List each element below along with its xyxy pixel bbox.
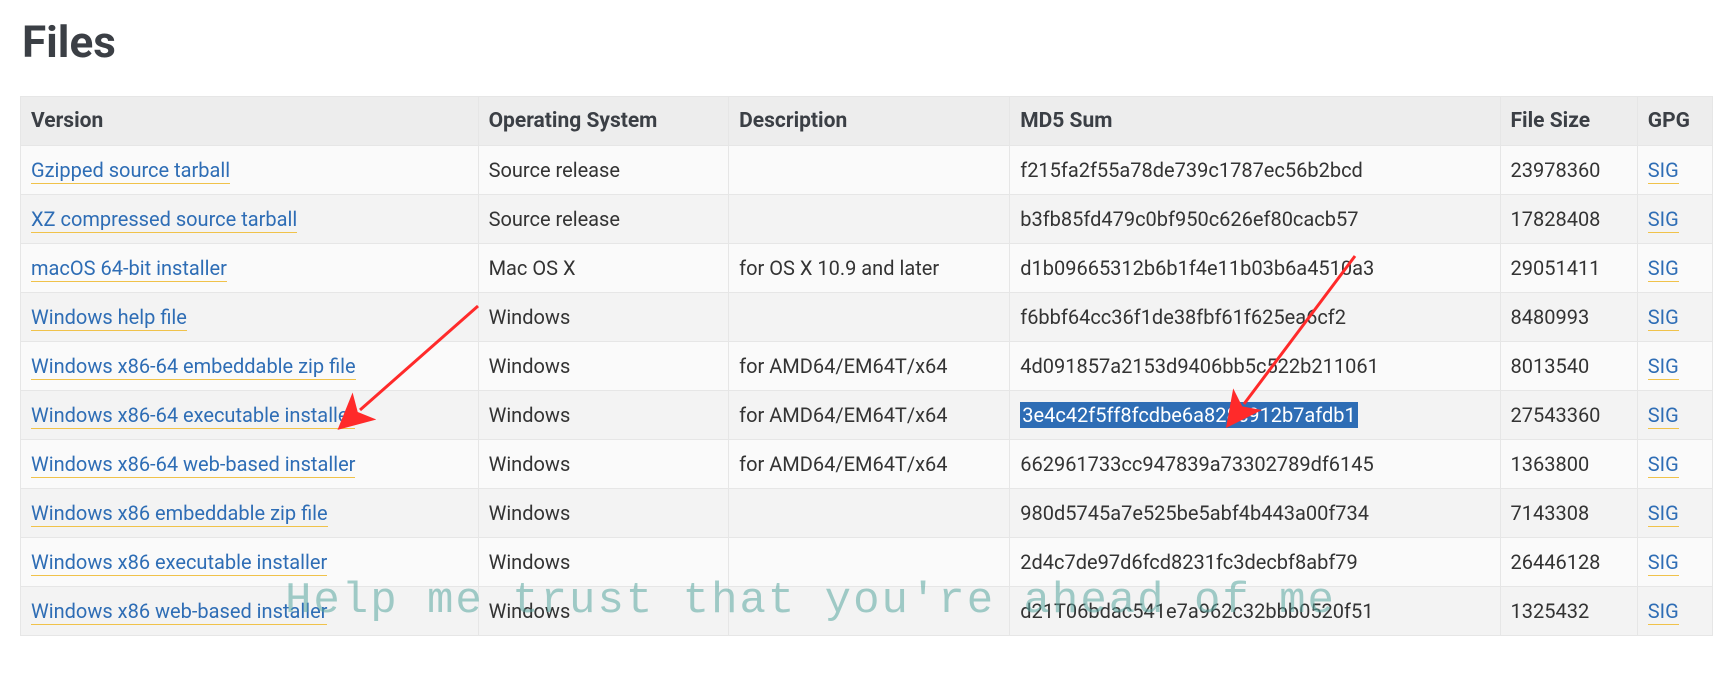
version-link[interactable]: Windows x86-64 embeddable zip file <box>31 354 356 380</box>
description-cell <box>729 489 1010 538</box>
version-link[interactable]: Windows x86-64 executable installer <box>31 403 355 429</box>
version-link[interactable]: Windows x86 executable installer <box>31 550 327 576</box>
os-cell: Mac OS X <box>478 244 729 293</box>
filesize-cell: 8480993 <box>1500 293 1637 342</box>
description-cell: for AMD64/EM64T/x64 <box>729 440 1010 489</box>
gpg-sig-link[interactable]: SIG <box>1648 599 1679 625</box>
os-cell: Windows <box>478 538 729 587</box>
version-link[interactable]: Gzipped source tarball <box>31 158 230 184</box>
table-row: Windows x86 executable installer Windows 2… <box>21 538 1713 587</box>
gpg-sig-link[interactable]: SIG <box>1648 452 1679 478</box>
col-header-gpg: GPG <box>1637 97 1712 146</box>
col-header-filesize: File Size <box>1500 97 1637 146</box>
gpg-sig-link[interactable]: SIG <box>1648 550 1679 576</box>
col-header-version: Version <box>21 97 479 146</box>
gpg-sig-link[interactable]: SIG <box>1648 207 1679 233</box>
col-header-description: Description <box>729 97 1010 146</box>
filesize-cell: 27543360 <box>1500 391 1637 440</box>
os-cell: Windows <box>478 587 729 636</box>
os-cell: Windows <box>478 293 729 342</box>
filesize-cell: 23978360 <box>1500 146 1637 195</box>
table-row: Windows x86-64 embeddable zip file Window… <box>21 342 1713 391</box>
gpg-sig-link[interactable]: SIG <box>1648 158 1679 184</box>
filesize-cell: 29051411 <box>1500 244 1637 293</box>
filesize-cell: 17828408 <box>1500 195 1637 244</box>
gpg-sig-link[interactable]: SIG <box>1648 501 1679 527</box>
version-link[interactable]: Windows x86 embeddable zip file <box>31 501 328 527</box>
filesize-cell: 7143308 <box>1500 489 1637 538</box>
table-header-row: Version Operating System Description MD5… <box>21 97 1713 146</box>
table-row: macOS 64-bit installer Mac OS Xfor OS X 1… <box>21 244 1713 293</box>
description-cell <box>729 195 1010 244</box>
md5-cell: b3fb85fd479c0bf950c626ef80cacb57 <box>1010 195 1500 244</box>
md5-cell: 4d091857a2153d9406bb5c522b211061 <box>1010 342 1500 391</box>
md5-cell: 3e4c42f5ff8fcdbe6a828c912b7afdb1 <box>1010 391 1500 440</box>
filesize-cell: 8013540 <box>1500 342 1637 391</box>
table-row: Gzipped source tarball Source release f215… <box>21 146 1713 195</box>
os-cell: Windows <box>478 391 729 440</box>
table-row: Windows x86-64 executable installer Windo… <box>21 391 1713 440</box>
md5-cell: 2d4c7de97d6fcd8231fc3decbf8abf79 <box>1010 538 1500 587</box>
table-row: Windows help file Windows f6bbf64cc36f1de3… <box>21 293 1713 342</box>
md5-cell: d1b09665312b6b1f4e11b03b6a4510a3 <box>1010 244 1500 293</box>
description-cell <box>729 293 1010 342</box>
version-link[interactable]: Windows x86 web-based installer <box>31 599 327 625</box>
os-cell: Source release <box>478 195 729 244</box>
md5-cell: 980d5745a7e525be5abf4b443a00f734 <box>1010 489 1500 538</box>
description-cell: for OS X 10.9 and later <box>729 244 1010 293</box>
description-cell <box>729 587 1010 636</box>
gpg-sig-link[interactable]: SIG <box>1648 256 1679 282</box>
os-cell: Source release <box>478 146 729 195</box>
description-cell: for AMD64/EM64T/x64 <box>729 391 1010 440</box>
description-cell: for AMD64/EM64T/x64 <box>729 342 1010 391</box>
md5-highlighted: 3e4c42f5ff8fcdbe6a828c912b7afdb1 <box>1020 402 1358 428</box>
version-link[interactable]: Windows x86-64 web-based installer <box>31 452 355 478</box>
gpg-sig-link[interactable]: SIG <box>1648 354 1679 380</box>
col-header-os: Operating System <box>478 97 729 146</box>
filesize-cell: 26446128 <box>1500 538 1637 587</box>
table-row: Windows x86 embeddable zip file Windows 98… <box>21 489 1713 538</box>
table-row: Windows x86 web-based installer Windows d2… <box>21 587 1713 636</box>
version-link[interactable]: XZ compressed source tarball <box>31 207 297 233</box>
page-title: Files <box>22 16 1713 68</box>
md5-cell: d21T06bdac541e7a962c32bbb0520f51 <box>1010 587 1500 636</box>
table-row: XZ compressed source tarball Source relea… <box>21 195 1713 244</box>
version-link[interactable]: Windows help file <box>31 305 187 331</box>
os-cell: Windows <box>478 342 729 391</box>
description-cell <box>729 146 1010 195</box>
files-table: Version Operating System Description MD5… <box>20 96 1713 636</box>
os-cell: Windows <box>478 440 729 489</box>
md5-cell: f215fa2f55a78de739c1787ec56b2bcd <box>1010 146 1500 195</box>
version-link[interactable]: macOS 64-bit installer <box>31 256 227 282</box>
md5-cell: f6bbf64cc36f1de38fbf61f625ea6cf2 <box>1010 293 1500 342</box>
gpg-sig-link[interactable]: SIG <box>1648 305 1679 331</box>
filesize-cell: 1363800 <box>1500 440 1637 489</box>
filesize-cell: 1325432 <box>1500 587 1637 636</box>
md5-cell: 662961733cc947839a73302789df6145 <box>1010 440 1500 489</box>
col-header-md5: MD5 Sum <box>1010 97 1500 146</box>
description-cell <box>729 538 1010 587</box>
table-row: Windows x86-64 web-based installer Window… <box>21 440 1713 489</box>
gpg-sig-link[interactable]: SIG <box>1648 403 1679 429</box>
os-cell: Windows <box>478 489 729 538</box>
